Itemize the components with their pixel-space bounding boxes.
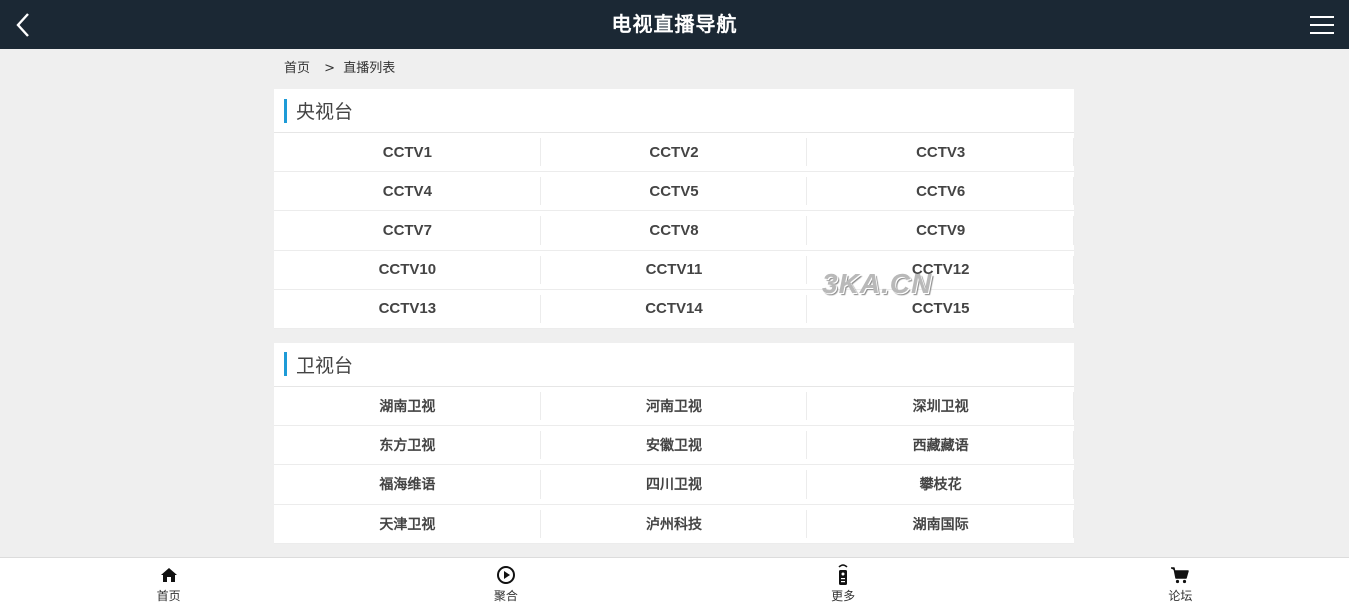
nav-tab-forum[interactable]: 论坛 bbox=[1012, 558, 1349, 611]
channel-link[interactable]: 湖南卫视 bbox=[274, 387, 541, 427]
channel-link[interactable]: 攀枝花 bbox=[807, 465, 1074, 505]
section-title: 卫视台 bbox=[296, 354, 354, 377]
top-bar: 电视直播导航 bbox=[0, 0, 1349, 49]
cart-icon bbox=[1170, 565, 1190, 585]
play-circle-icon bbox=[496, 565, 516, 585]
channel-link[interactable]: CCTV14 bbox=[540, 290, 808, 329]
home-icon bbox=[159, 565, 179, 585]
breadcrumb-separator: > bbox=[324, 61, 336, 76]
channel-link[interactable]: CCTV6 bbox=[807, 172, 1074, 212]
nav-tab-home[interactable]: 首页 bbox=[0, 558, 337, 611]
channel-link[interactable]: CCTV12 bbox=[807, 251, 1074, 290]
channel-link[interactable]: CCTV4 bbox=[274, 172, 541, 212]
channel-link[interactable]: CCTV5 bbox=[540, 172, 808, 212]
nav-tab-label: 更多 bbox=[831, 589, 856, 603]
channel-link[interactable]: 安徽卫视 bbox=[540, 426, 808, 466]
section-satellite: 卫视台 湖南卫视 河南卫视 深圳卫视 东方卫视 安徽卫视 西藏藏语 福海维语 四… bbox=[274, 342, 1074, 544]
channel-link[interactable]: 泸州科技 bbox=[540, 505, 808, 544]
main-content: 首页 > 直播列表 央视台 CCTV1 CCTV2 CCTV3 CCTV4 CC… bbox=[274, 49, 1074, 557]
channel-link[interactable]: CCTV7 bbox=[274, 211, 541, 251]
breadcrumb-home-link[interactable]: 首页 bbox=[284, 61, 310, 76]
channel-grid: 湖南卫视 河南卫视 深圳卫视 东方卫视 安徽卫视 西藏藏语 福海维语 四川卫视 … bbox=[274, 387, 1074, 544]
page-title: 电视直播导航 bbox=[611, 12, 738, 36]
nav-tab-more[interactable]: 更多 bbox=[675, 558, 1012, 611]
channel-link[interactable]: 四川卫视 bbox=[540, 465, 808, 505]
channel-link[interactable]: 天津卫视 bbox=[274, 505, 541, 544]
section-header: 央视台 bbox=[274, 89, 1074, 133]
menu-button[interactable] bbox=[1307, 10, 1337, 40]
channel-link[interactable]: 河南卫视 bbox=[540, 387, 808, 427]
hamburger-menu-icon bbox=[1310, 16, 1334, 34]
channel-link[interactable]: CCTV13 bbox=[274, 290, 541, 329]
breadcrumb-current: 直播列表 bbox=[343, 61, 396, 76]
nav-tab-label: 聚合 bbox=[493, 589, 518, 603]
channel-link[interactable]: CCTV8 bbox=[540, 211, 808, 251]
channel-link[interactable]: 福海维语 bbox=[274, 465, 541, 505]
channel-link[interactable]: CCTV15 bbox=[807, 290, 1074, 329]
section-accent-bar bbox=[284, 352, 287, 377]
channel-link[interactable]: CCTV3 bbox=[807, 133, 1074, 173]
channel-grid: CCTV1 CCTV2 CCTV3 CCTV4 CCTV5 CCTV6 CCTV… bbox=[274, 133, 1074, 329]
channel-link[interactable]: CCTV1 bbox=[274, 133, 541, 173]
bottom-nav: 首页 聚合 更多 论坛 bbox=[0, 557, 1349, 611]
remote-control-icon bbox=[833, 564, 853, 585]
channel-link[interactable]: 深圳卫视 bbox=[807, 387, 1074, 427]
nav-tab-aggregate[interactable]: 聚合 bbox=[337, 558, 674, 611]
section-title: 央视台 bbox=[296, 101, 354, 123]
channel-link[interactable]: 西藏藏语 bbox=[807, 426, 1074, 466]
channel-link[interactable]: 湖南国际 bbox=[807, 505, 1074, 544]
channel-link[interactable]: CCTV11 bbox=[540, 251, 808, 290]
channel-link[interactable]: CCTV2 bbox=[540, 133, 808, 173]
section-accent-bar bbox=[284, 98, 287, 123]
breadcrumb: 首页 > 直播列表 bbox=[274, 49, 1074, 89]
section-cctv: 央视台 CCTV1 CCTV2 CCTV3 CCTV4 CCTV5 CCTV6 … bbox=[274, 89, 1074, 329]
channel-link[interactable]: CCTV9 bbox=[807, 211, 1074, 251]
nav-tab-label: 论坛 bbox=[1168, 589, 1193, 603]
nav-tab-label: 首页 bbox=[156, 589, 181, 603]
channel-link[interactable]: 东方卫视 bbox=[274, 426, 541, 466]
channel-link[interactable]: CCTV10 bbox=[274, 251, 541, 290]
section-header: 卫视台 bbox=[274, 343, 1074, 387]
